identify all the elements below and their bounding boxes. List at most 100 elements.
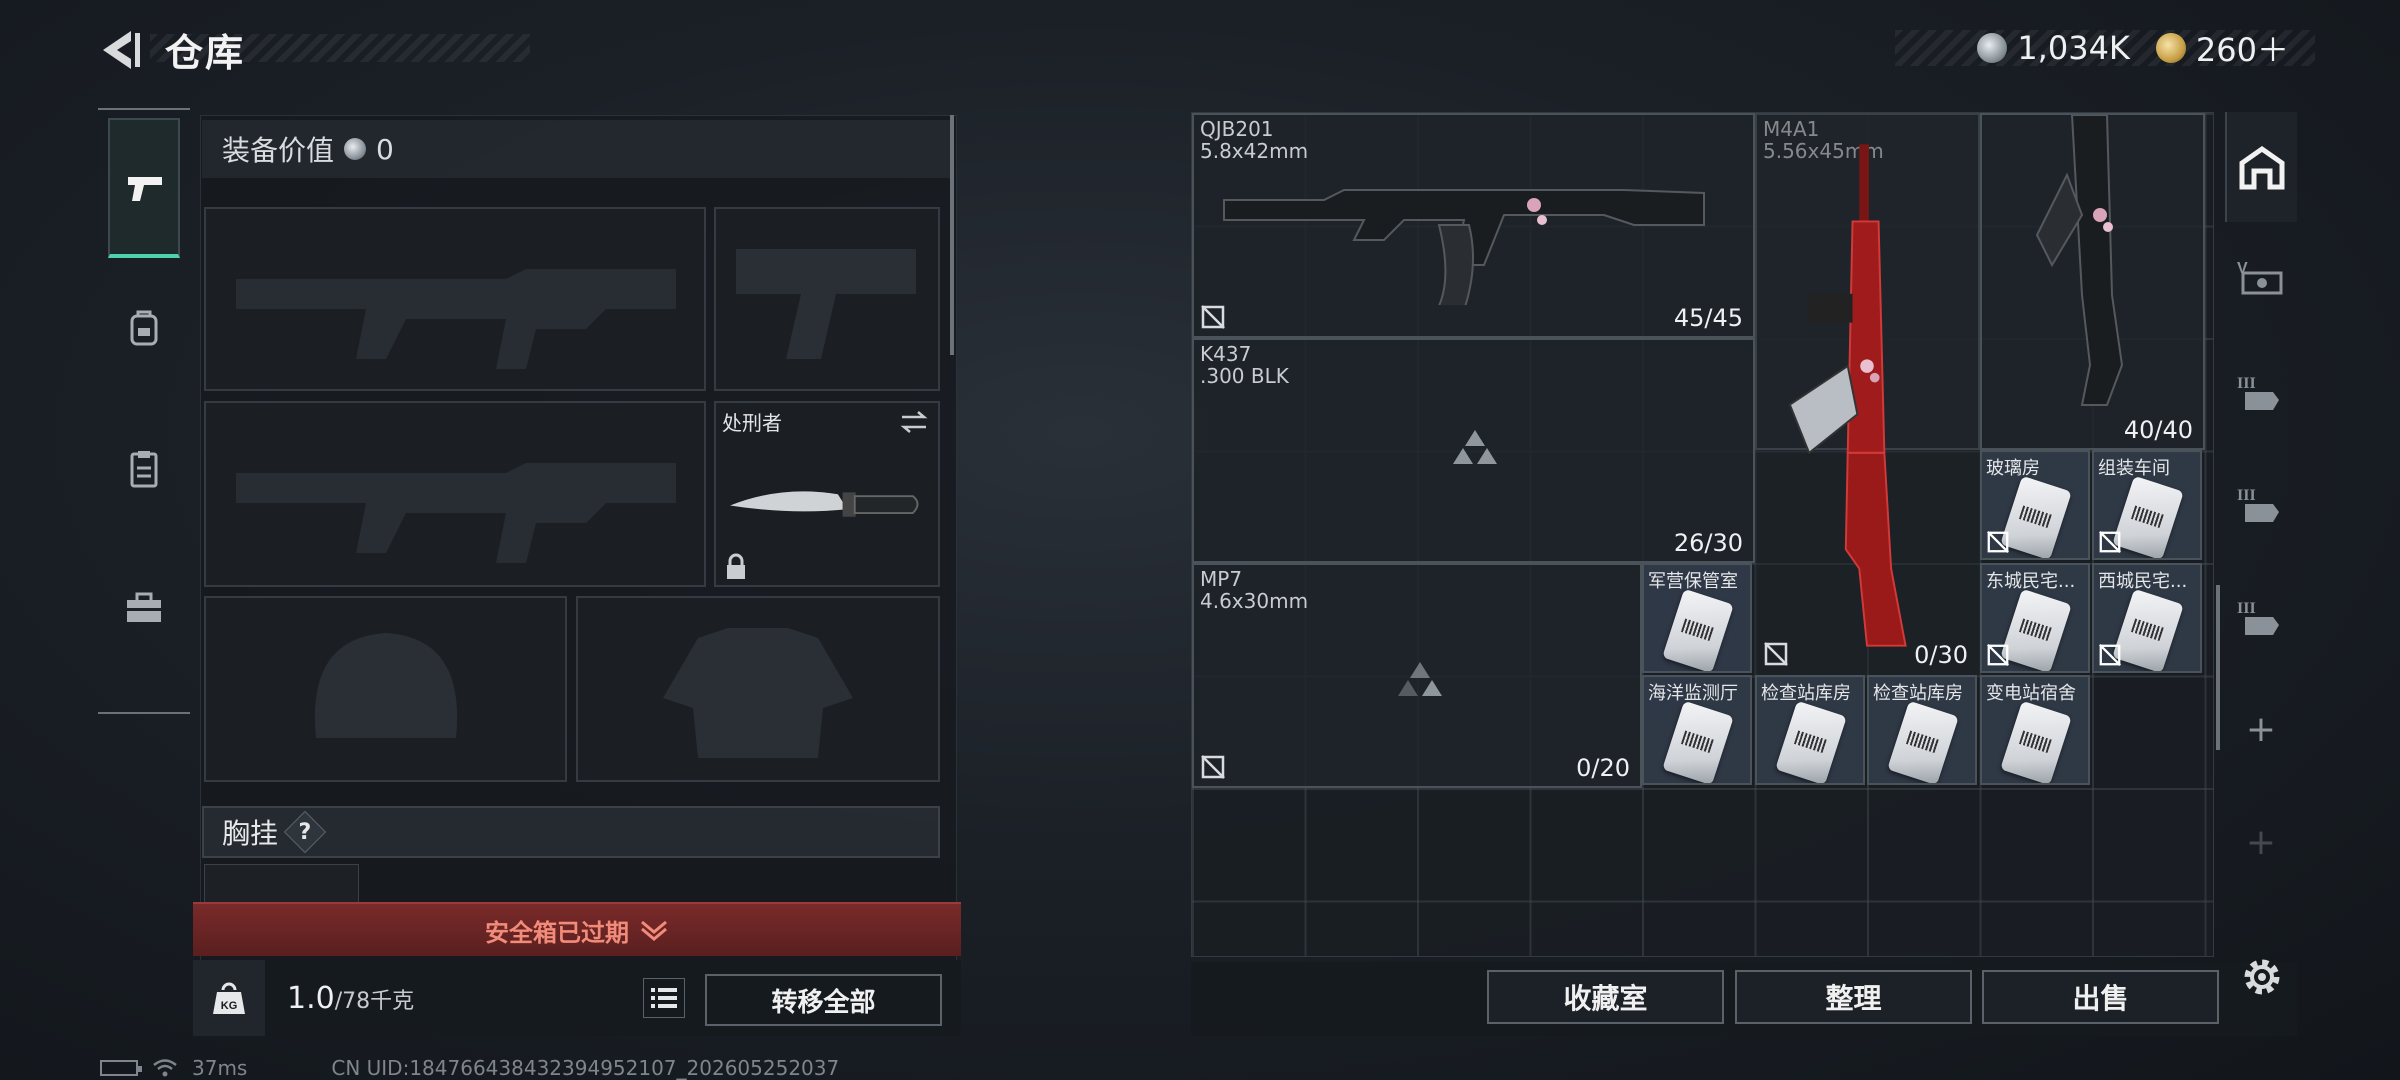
collection-room-button[interactable]: 收藏室 [1487,970,1724,1024]
ammo-count: 40/40 [2123,416,2193,444]
rifle-silhouette-icon [236,269,676,369]
keycard-icon [2000,588,2072,671]
page-title: 仓库 [165,31,246,75]
keycard-icon [2112,588,2184,671]
ammo-count: 0/20 [1576,754,1630,782]
no-container-icon [1764,642,1788,666]
tab-warehouse[interactable] [2225,112,2297,222]
gold-amount[interactable]: 260＋ [2196,25,2289,71]
left-category-tabs [98,108,190,713]
item-name: QJB201 [1200,117,1274,141]
tab-clipboard[interactable] [108,398,180,538]
grid-scrollbar[interactable] [2216,585,2220,750]
wifi-icon [153,1059,177,1077]
keycard-item[interactable]: 军营保管室 [1642,563,1752,673]
keycard-item[interactable]: 检查站库房 [1755,675,1865,785]
storage-tier-icon: III [2237,487,2279,522]
keycard-item[interactable]: 海洋监测厅 [1642,675,1752,785]
tab-storage-3a[interactable]: III [2225,337,2297,447]
placeholder-logo-icon [1453,430,1497,464]
chest-rig-bar[interactable]: 胸挂 ? [202,806,940,858]
weight-readout: 1.0/78千克 [287,980,415,1016]
tab-storage-3b[interactable]: III [2225,449,2297,559]
primary-weapon-slot[interactable] [204,207,706,391]
pistol-slot[interactable] [714,207,940,391]
tab-vip-storage[interactable]: V [2225,224,2297,334]
swap-icon[interactable] [898,409,930,435]
equipment-value: 0 [376,132,394,166]
equipment-value-bar: 装备价值 0 [202,120,952,178]
warehouse-icon [2239,145,2285,190]
no-container-icon [2099,644,2121,666]
no-container-icon [1201,305,1225,329]
add-storage-button[interactable]: + [2225,674,2297,784]
keycard-icon [2000,475,2072,558]
chest-rig-label: 胸挂 [222,817,279,850]
keycard-item[interactable]: 东城民宅... [1980,563,2090,673]
weapon-item-red-rifle[interactable]: 0/30 [1755,113,1980,675]
keycard-item[interactable]: 变电站宿舍 [1980,675,2090,785]
placeholder-logo-icon [1398,662,1442,696]
ammo-count: 45/45 [1673,304,1743,332]
chest-rig-slot[interactable] [204,864,359,904]
storage-tier-icon: III [2237,375,2279,410]
svg-text:KG: KG [221,1000,238,1012]
gear-icon[interactable] [2238,953,2286,1001]
safe-box-expired-bar[interactable]: 安全箱已过期 [193,902,961,956]
lock-icon [727,553,745,579]
vip-storage-icon: V [2237,260,2283,295]
silver-coin-icon [1977,33,2008,63]
weapon-item-qjb201[interactable]: QJB201 5.8x42mm 45/45 [1192,113,1755,338]
red-rifle-icon [1788,144,1907,647]
backpack-icon [130,310,158,346]
item-name: K437 [1200,342,1252,366]
no-container-icon [2099,531,2121,553]
sell-button[interactable]: 出售 [1982,970,2219,1024]
storage-tabs: V III III III + + [2225,112,2297,957]
clipboard-icon [130,451,158,488]
back-icon[interactable] [95,25,145,75]
help-icon[interactable]: ? [283,810,327,854]
armor-slot[interactable] [576,596,940,782]
no-container-icon [1201,755,1225,779]
melee-name: 处刑者 [722,411,782,435]
svg-text:III: III [2237,375,2256,392]
left-scrollbar[interactable] [950,115,954,355]
item-name: MP7 [1200,567,1243,591]
weapon-item-m4a1[interactable]: 40/40 [1980,113,2205,450]
list-icon [651,988,677,1008]
tab-backpack[interactable] [108,258,180,398]
ammo-count: 26/30 [1673,529,1743,557]
secondary-weapon-slot[interactable] [204,401,706,587]
inventory-footer: KG 1.0/78千克 转移全部 [193,960,961,1036]
keycard-icon [1662,588,1734,671]
transfer-all-button[interactable]: 转移全部 [705,974,942,1026]
list-view-button[interactable] [643,978,685,1018]
helmet-silhouette-icon [314,633,458,738]
keycard-item[interactable]: 组装车间 [2092,450,2202,560]
knife-icon [730,491,919,517]
tab-storage-3c[interactable]: III [2225,562,2297,672]
tab-weapons[interactable] [108,118,180,258]
weapon-item-k437[interactable]: K437 .300 BLK 26/30 [1192,338,1755,563]
keycard-item[interactable]: 玻璃房 [1980,450,2090,560]
organize-button[interactable]: 整理 [1735,970,1972,1024]
weapon-item-mp7[interactable]: MP7 4.6x30mm 0/20 [1192,563,1642,788]
svg-text:III: III [2237,600,2256,617]
keycard-icon [2112,475,2184,558]
tab-toolbox[interactable] [108,538,180,678]
melee-slot[interactable]: 处刑者 [714,401,940,587]
status-footer: 37ms CN UID:184766438432394952107_202605… [100,1056,839,1080]
item-caliber: .300 BLK [1200,364,1289,388]
no-container-icon [1987,531,2009,553]
helmet-slot[interactable] [204,596,567,782]
user-uid: CN UID:184766438432394952107_20260525203… [331,1056,840,1080]
storage-tier-icon: III [2237,600,2279,635]
rifle-silhouette-icon [236,463,676,563]
keycard-icon [1662,700,1734,783]
rifle-icon [1223,189,1705,305]
keycard-item[interactable]: 检查站库房 [1867,675,1977,785]
pistol-silhouette-icon [736,249,916,359]
keycard-item[interactable]: 西城民宅... [2092,563,2202,673]
armor-silhouette-icon [663,628,853,758]
